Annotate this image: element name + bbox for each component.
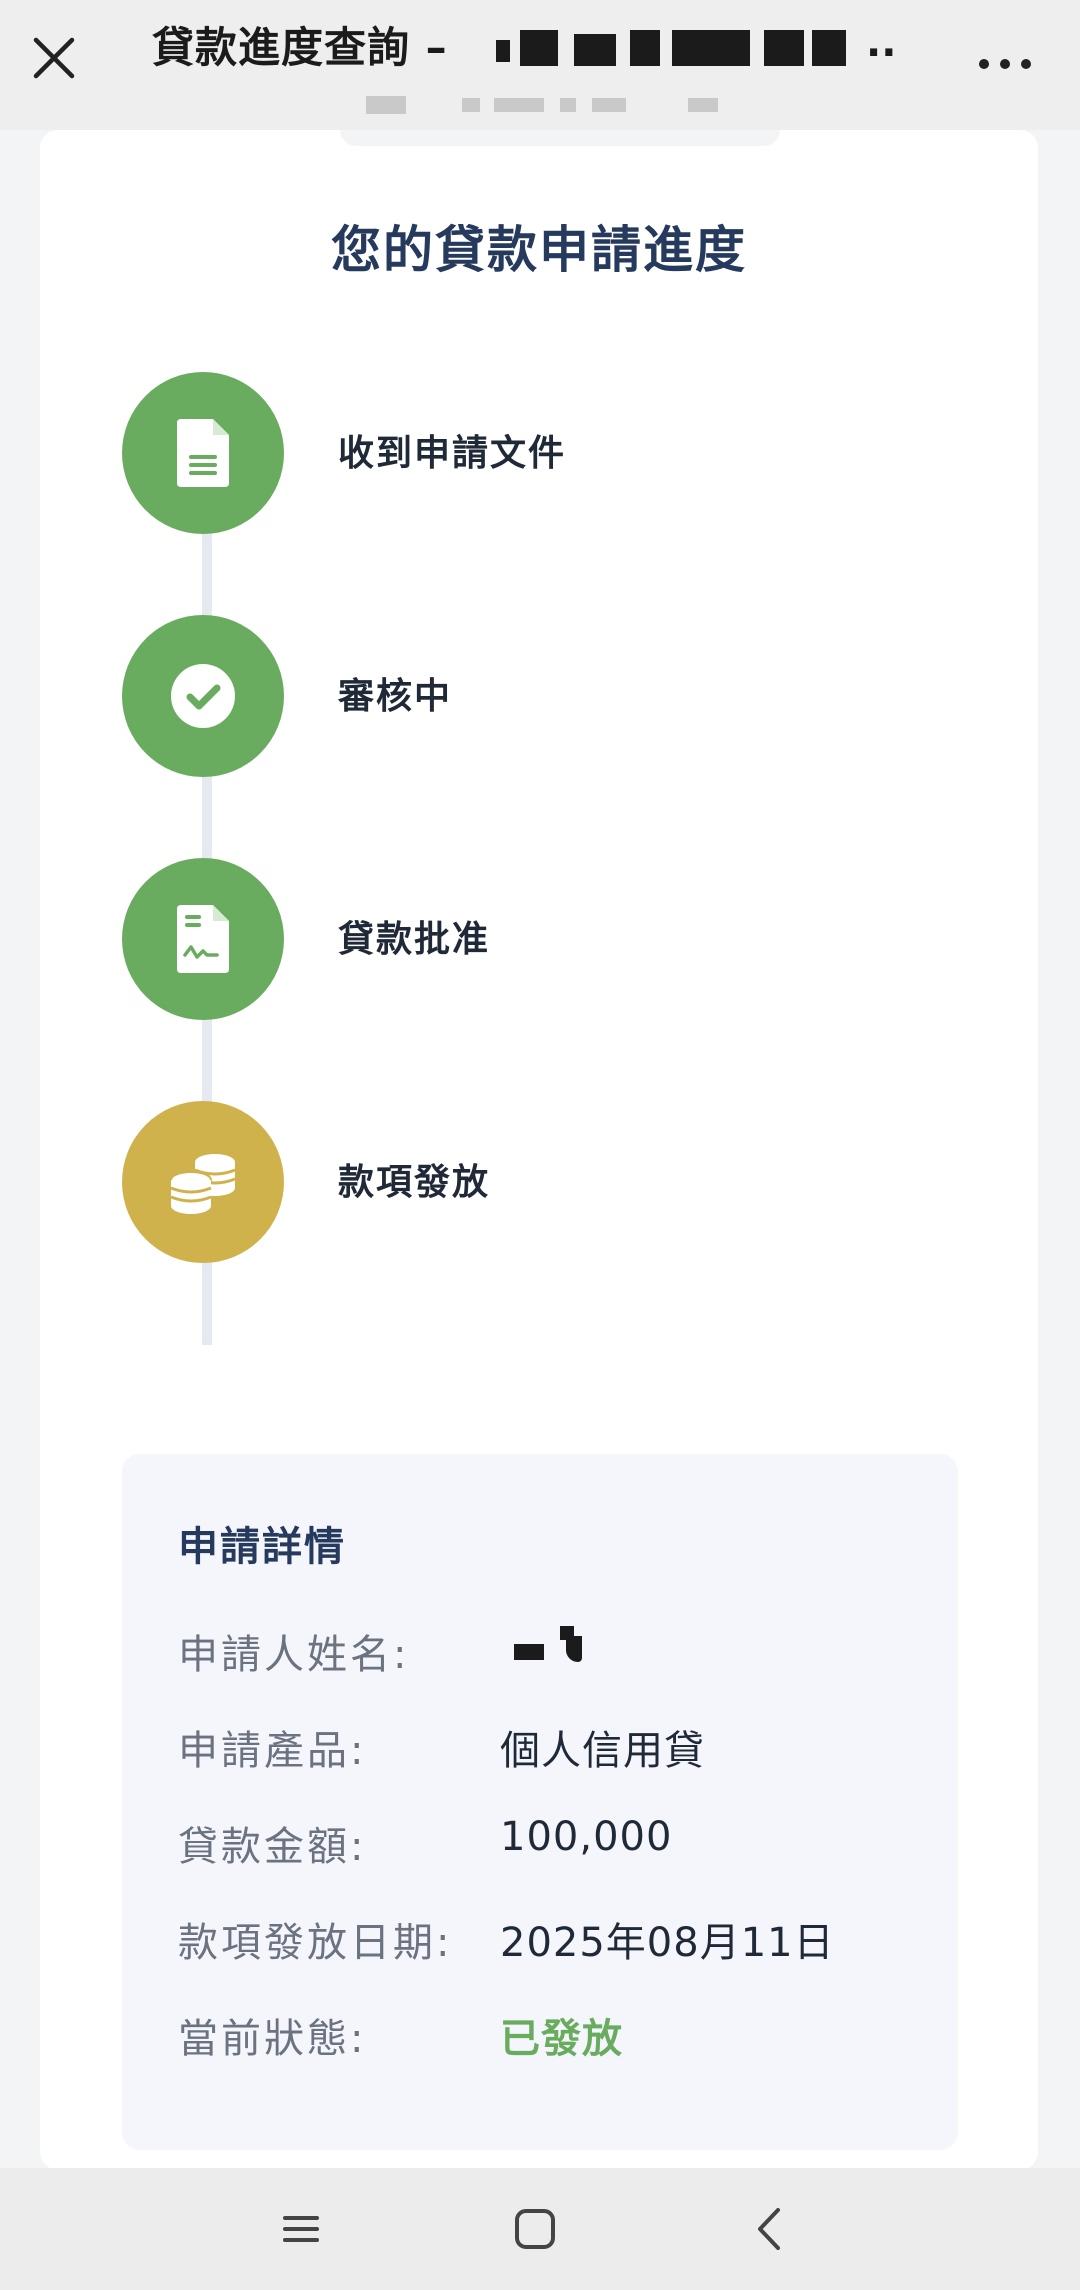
detail-label: 申請產品: [178, 1728, 367, 1774]
home-button[interactable] [500, 2194, 570, 2264]
step-circle [122, 1101, 284, 1263]
page-header-title: 貸款進度查詢 – [152, 23, 448, 72]
home-square-icon [515, 2209, 555, 2249]
step-loan-approved: 貸款批准 [122, 858, 1022, 1020]
step-circle [122, 858, 284, 1020]
detail-label: 貸款金額: [178, 1824, 367, 1870]
close-icon [33, 37, 75, 79]
step-circle [122, 615, 284, 777]
menu-icon [283, 2216, 319, 2242]
more-options-button[interactable] [972, 42, 1042, 82]
detail-value: 100,000 [500, 1814, 673, 1860]
detail-row-current-status: 當前狀態: 已發放 [178, 2006, 938, 2066]
signed-document-icon [177, 905, 229, 973]
details-title: 申請詳情 [178, 1524, 346, 1570]
detail-row-disbursement-date: 款項發放日期: 2025年08月11日 [178, 1910, 938, 1970]
progress-title: 您的貸款申請進度 [331, 221, 747, 279]
system-navigation-bar [0, 2168, 1080, 2290]
step-label: 審核中 [338, 676, 453, 717]
header-title-ellipsis: .. [866, 20, 897, 66]
step-circle [122, 372, 284, 534]
back-chevron-icon [758, 2208, 780, 2250]
detail-row-loan-amount: 貸款金額: 100,000 [178, 1814, 938, 1874]
top-bar: 貸款進度查詢 – .. [0, 0, 1080, 130]
step-under-review: 審核中 [122, 615, 1022, 777]
detail-label: 當前狀態: [178, 2016, 367, 2062]
detail-value: 個人信用貸 [500, 1728, 705, 1774]
check-circle-icon [171, 664, 235, 728]
application-details-panel: 申請詳情 申請人姓名: 申請產品: 個人信用貸 貸款金額: 100,000 款項… [122, 1454, 958, 2150]
step-label: 款項發放 [338, 1162, 491, 1203]
status-value: 已發放 [500, 2016, 623, 2062]
close-button[interactable] [24, 28, 84, 88]
detail-label: 申請人姓名: [178, 1632, 410, 1678]
detail-value: 2025年08月11日 [500, 1920, 835, 1966]
document-icon [177, 419, 229, 487]
back-button[interactable] [734, 2194, 804, 2264]
step-documents-received: 收到申請文件 [122, 372, 1022, 534]
detail-row-applicant-name: 申請人姓名: [178, 1622, 938, 1682]
step-funds-disbursed: 款項發放 [122, 1101, 1022, 1263]
detail-row-product: 申請產品: 個人信用貸 [178, 1718, 938, 1778]
more-horizontal-icon [979, 59, 1031, 69]
recent-apps-button[interactable] [266, 2194, 336, 2264]
detail-label: 款項發放日期: [178, 1920, 453, 1966]
step-label: 收到申請文件 [338, 433, 567, 474]
coins-icon [170, 1154, 236, 1214]
step-label: 貸款批准 [338, 919, 491, 960]
